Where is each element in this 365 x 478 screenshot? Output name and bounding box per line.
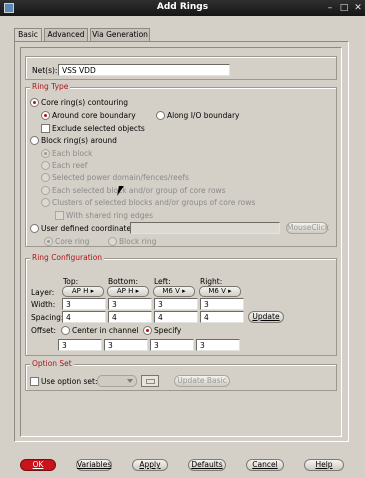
column-left-label: Left:	[154, 277, 171, 286]
user-block-ring-radio[interactable]	[108, 237, 117, 246]
block-ring-label: Block ring(s) around	[41, 136, 117, 145]
each-reef-label: Each reef	[52, 161, 88, 170]
top-layer-select[interactable]: AP H ▸	[62, 286, 104, 297]
each-reef-radio[interactable]	[41, 161, 50, 170]
top-width-input[interactable]: 3	[62, 298, 106, 310]
nets-input[interactable]: VSS VDD	[58, 64, 230, 76]
bottom-layer-select[interactable]: AP H ▸	[107, 286, 149, 297]
each-selected-radio[interactable]	[41, 186, 50, 195]
tab-via-generation[interactable]: Via Generation	[90, 28, 150, 41]
cancel-button[interactable]: Cancel	[246, 459, 284, 471]
ok-button[interactable]: OK	[20, 459, 56, 471]
along-io-label: Along I/O boundary	[167, 111, 240, 120]
defaults-button[interactable]: Defaults	[188, 459, 226, 471]
core-ring-radio[interactable]	[30, 98, 39, 107]
window-title: Add Rings	[156, 2, 209, 12]
help-button[interactable]: Help	[304, 459, 344, 471]
user-block-ring-label: Block ring	[119, 237, 157, 246]
folder-icon	[146, 379, 155, 384]
block-ring-radio[interactable]	[30, 136, 39, 145]
right-width-input[interactable]: 3	[200, 298, 244, 310]
user-core-ring-radio[interactable]	[44, 237, 53, 246]
left-layer-select[interactable]: M6 V ▸	[153, 286, 195, 297]
left-spacing-input[interactable]: 4	[154, 311, 198, 323]
each-selected-label: Each selected block and/or group of core…	[52, 186, 226, 195]
offset-label: Offset:	[31, 326, 57, 335]
close-icon[interactable]: ✕	[352, 2, 364, 14]
shared-edges-checkbox[interactable]	[55, 211, 64, 220]
user-core-ring-label: Core ring	[55, 237, 90, 246]
top-offset-input[interactable]: 3	[58, 339, 102, 351]
update-basic-button[interactable]: Update Basic	[174, 375, 230, 387]
right-layer-select[interactable]: M6 V ▸	[199, 286, 241, 297]
bottom-spacing-input[interactable]: 4	[108, 311, 152, 323]
minimize-icon[interactable]: –	[324, 2, 336, 14]
core-ring-label: Core ring(s) contouring	[41, 98, 128, 107]
center-channel-radio[interactable]	[61, 326, 70, 335]
center-channel-label: Center in channel	[72, 326, 139, 335]
variables-button[interactable]: Variables	[76, 459, 112, 471]
option-set-browse-button[interactable]	[141, 375, 159, 387]
chevron-down-icon	[127, 379, 133, 383]
update-button[interactable]: Update	[248, 311, 284, 323]
width-label: Width:	[31, 300, 56, 309]
maximize-icon[interactable]: □	[338, 2, 350, 14]
around-core-radio[interactable]	[41, 111, 50, 120]
selected-power-label: Selected power domain/fences/reefs	[52, 173, 189, 182]
tab-advanced[interactable]: Advanced	[44, 28, 88, 41]
clusters-radio[interactable]	[41, 198, 50, 207]
right-spacing-input[interactable]: 4	[200, 311, 244, 323]
shared-edges-label: With shared ring edges	[66, 211, 154, 220]
column-bottom-label: Bottom:	[108, 277, 139, 286]
title-bar[interactable]: Add Rings – □ ✕	[0, 0, 365, 16]
use-option-set-label: Use option set:	[41, 377, 98, 386]
layer-label: Layer:	[31, 288, 55, 297]
user-defined-radio[interactable]	[30, 224, 39, 233]
column-right-label: Right:	[200, 277, 223, 286]
each-block-label: Each block	[52, 149, 93, 158]
mouse-click-button[interactable]: MouseClick	[286, 222, 329, 234]
option-set-title: Option Set	[30, 359, 74, 368]
each-block-radio[interactable]	[41, 149, 50, 158]
along-io-radio[interactable]	[156, 111, 165, 120]
bottom-offset-input[interactable]: 3	[104, 339, 148, 351]
nets-label: Net(s):	[32, 66, 58, 75]
apply-button[interactable]: Apply	[132, 459, 168, 471]
selected-power-radio[interactable]	[41, 173, 50, 182]
tab-basic[interactable]: Basic	[14, 28, 42, 42]
left-width-input[interactable]: 3	[154, 298, 198, 310]
exclude-selected-checkbox[interactable]	[41, 124, 50, 133]
clusters-label: Clusters of selected blocks and/or group…	[52, 198, 256, 207]
use-option-set-checkbox[interactable]	[30, 377, 39, 386]
spacing-label: Spacing:	[31, 313, 64, 322]
ring-config-title: Ring Configuration	[30, 253, 105, 262]
right-offset-input[interactable]: 3	[196, 339, 240, 351]
column-top-label: Top:	[63, 277, 79, 286]
bottom-width-input[interactable]: 3	[108, 298, 152, 310]
user-defined-label: User defined coordinates:	[41, 224, 138, 233]
ring-type-title: Ring Type	[30, 82, 71, 91]
left-offset-input[interactable]: 3	[150, 339, 194, 351]
specify-label: Specify	[154, 326, 182, 335]
user-coordinates-input[interactable]	[130, 222, 280, 234]
around-core-label: Around core boundary	[52, 111, 136, 120]
exclude-selected-label: Exclude selected objects	[52, 124, 145, 133]
top-spacing-input[interactable]: 4	[62, 311, 106, 323]
specify-radio[interactable]	[143, 326, 152, 335]
option-set-select[interactable]	[97, 375, 137, 387]
